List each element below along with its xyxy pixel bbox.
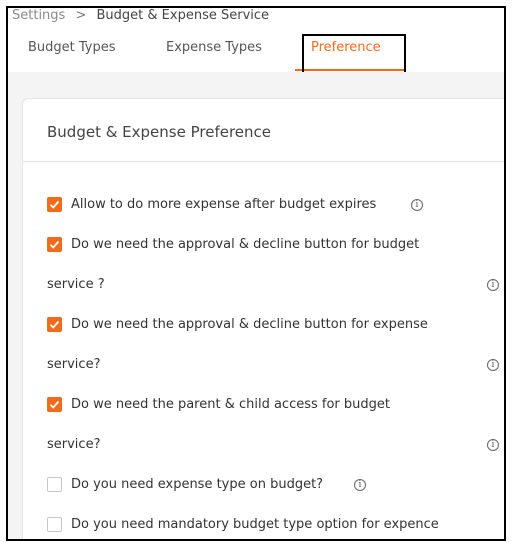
option-continuation: service? [47,436,100,454]
checkbox-checked[interactable] [47,317,62,332]
info-circle-icon[interactable]: i [487,279,499,291]
card-title: Budget & Expense Preference [47,123,272,141]
option-label: Do we need the approval & decline button… [71,237,420,252]
active-tab-indicator [295,69,405,71]
card-divider [23,161,504,162]
checkbox-unchecked[interactable] [47,517,62,532]
checkbox-checked[interactable] [47,237,62,252]
option-label: Do you need mandatory budget type option… [71,517,439,532]
breadcrumb-settings-link[interactable]: Settings [12,8,65,23]
breadcrumb-current: Budget & Expense Service [96,8,270,23]
option-continuation: service ? [47,276,105,294]
tab-budget-types[interactable]: Budget Types [28,40,116,55]
option-label-continued: service? [47,357,101,372]
option-label: Do you need expense type on budget? [71,477,324,492]
option-continuation: service? [47,356,100,374]
info-circle-icon[interactable]: i [354,479,366,491]
option-label-continued: service? [47,437,101,452]
check-icon [49,200,60,209]
option-label: Do we need the approval & decline button… [71,317,428,332]
option-label: Allow to do more expense after budget ex… [71,197,377,212]
info-circle-icon[interactable]: i [487,359,499,371]
info-circle-icon[interactable]: i [411,199,423,211]
breadcrumb: Settings > Budget & Expense Service [12,8,269,23]
preference-card: Budget & Expense Preference Allow to do … [22,98,504,539]
tab-expense-types[interactable]: Expense Types [166,40,262,55]
tab-bar: Budget Types Expense Types Preference [8,36,504,73]
tab-preference[interactable]: Preference [311,40,381,55]
checkbox-checked[interactable] [47,397,62,412]
info-circle-icon[interactable]: i [487,439,499,451]
option-label: Do we need the parent & child access for… [71,397,390,412]
check-icon [49,400,60,409]
checkbox-checked[interactable] [47,197,62,212]
checkbox-unchecked[interactable] [47,477,62,492]
app-frame: Settings > Budget & Expense Service Budg… [6,6,506,541]
check-icon [49,240,60,249]
breadcrumb-separator: > [75,8,87,23]
check-icon [49,320,60,329]
option-label-continued: service ? [47,277,105,292]
